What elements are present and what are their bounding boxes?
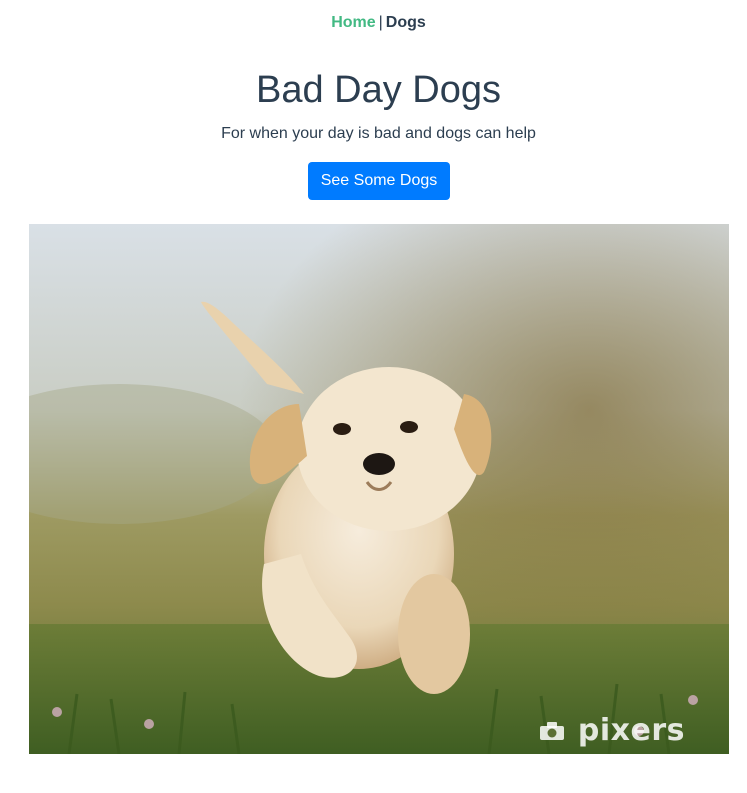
watermark-text: pixers	[577, 713, 685, 748]
nav-dogs-link[interactable]: Dogs	[386, 14, 426, 31]
nav-home-link[interactable]: Home	[331, 14, 375, 31]
page-subtitle: For when your day is bad and dogs can he…	[221, 125, 536, 142]
camera-icon	[539, 721, 564, 740]
page-title: Bad Day Dogs	[255, 69, 501, 111]
see-some-dogs-button[interactable]: See Some Dogs	[308, 162, 450, 200]
top-nav: Home | Dogs	[0, 14, 747, 32]
puppy-image	[29, 224, 729, 754]
pixers-watermark: pixers	[539, 713, 685, 748]
nav-separator: |	[378, 14, 383, 31]
puppy-photo: pixers	[29, 224, 729, 754]
